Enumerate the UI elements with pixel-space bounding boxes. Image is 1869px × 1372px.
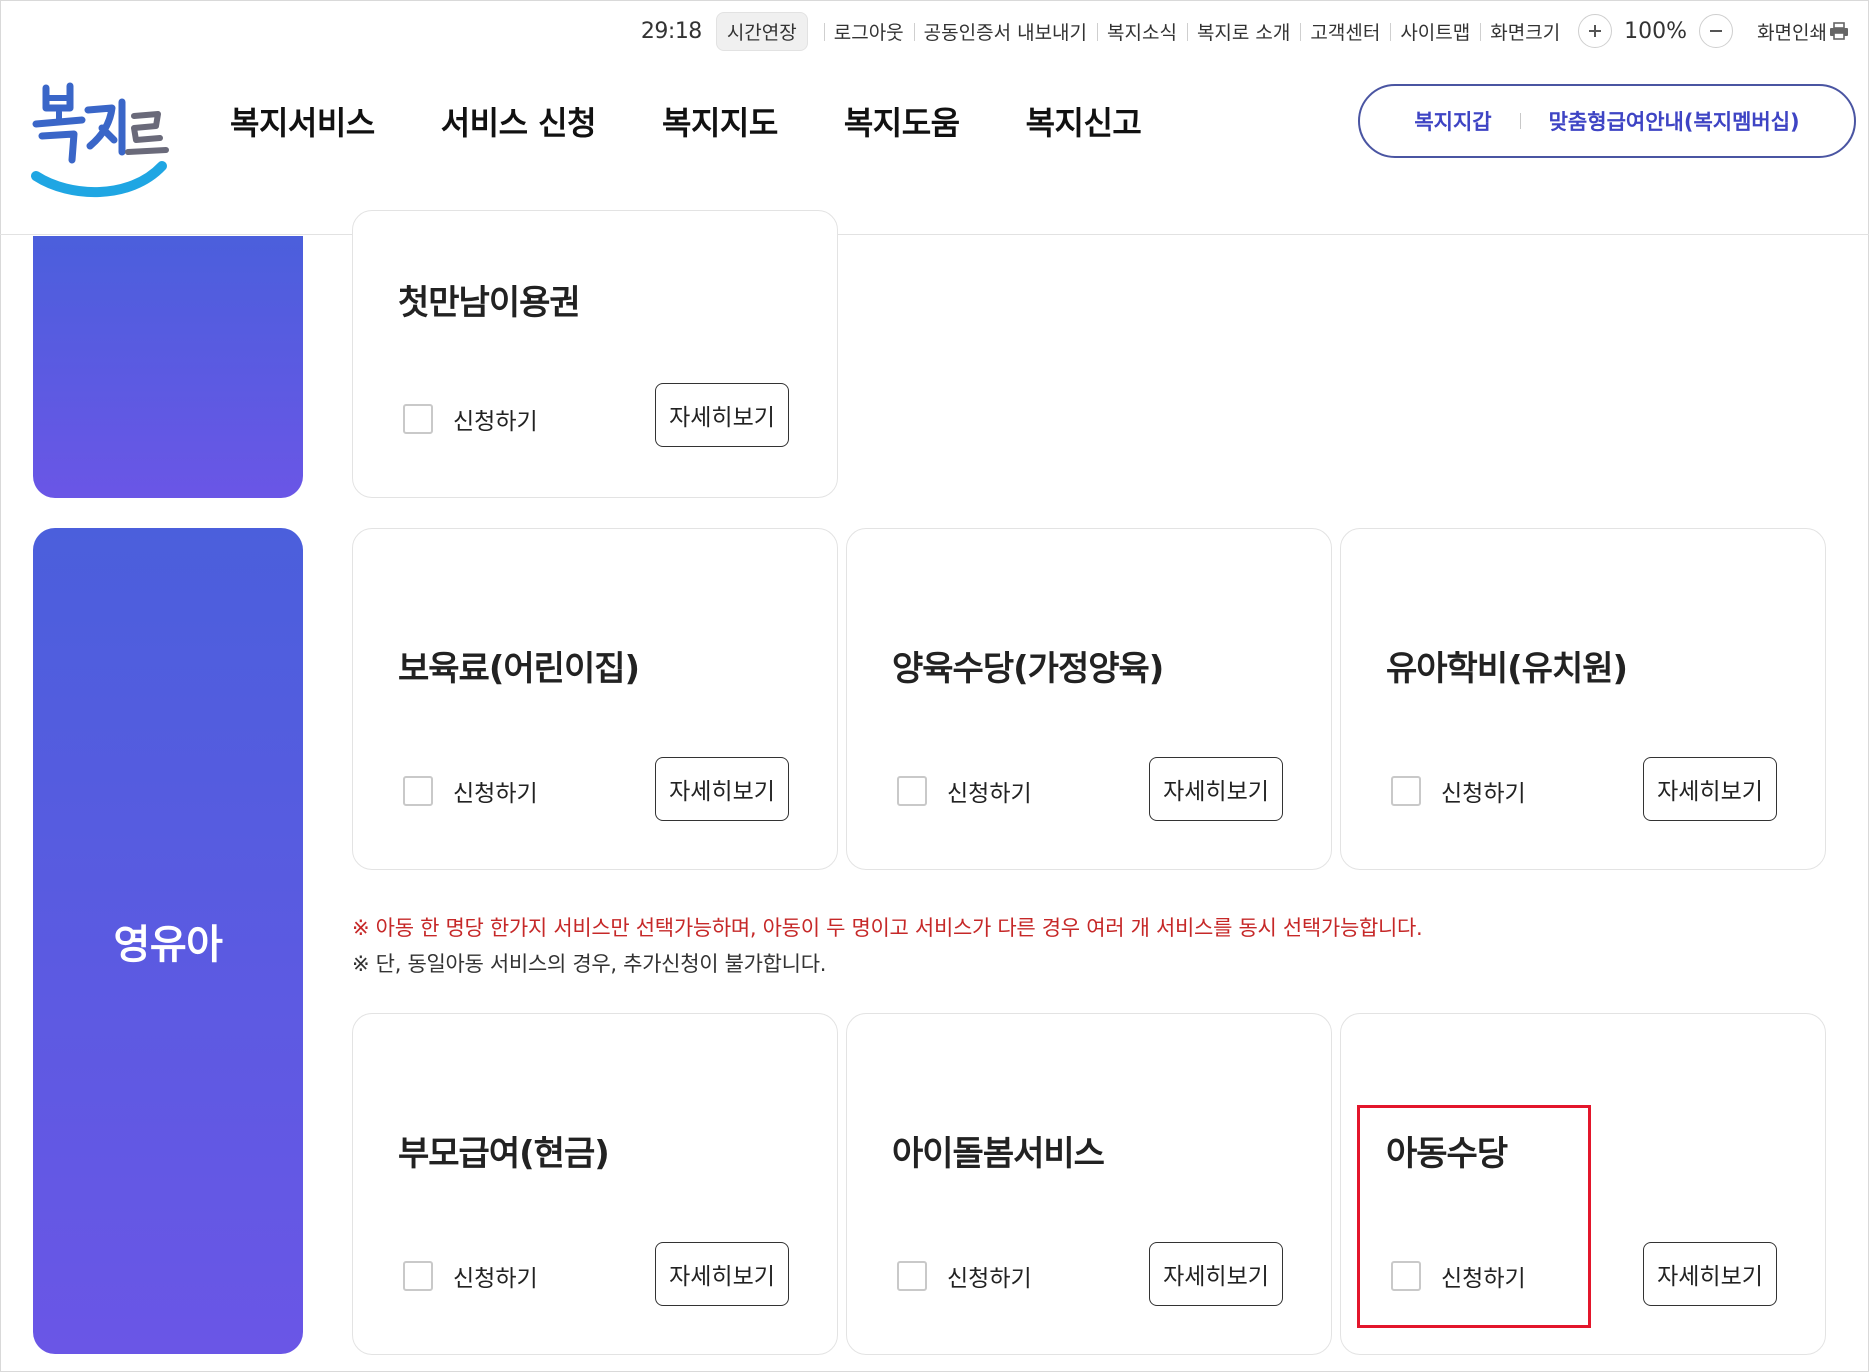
zoom-level: 100% <box>1624 18 1688 44</box>
service-title: 유아학비(유치원) <box>1386 649 1628 689</box>
apply-label[interactable]: 신청하기 <box>1441 774 1526 808</box>
apply-label[interactable]: 신청하기 <box>453 402 538 436</box>
service-card-parent-benefit: 부모급여(현금) 신청하기 자세히보기 <box>352 1013 838 1355</box>
extend-session-button[interactable]: 시간연장 <box>715 11 808 51</box>
nav-welfare-map[interactable]: 복지지도 <box>662 98 778 144</box>
printer-icon <box>1830 22 1848 40</box>
logo[interactable] <box>30 80 170 210</box>
apply-checkbox-group[interactable]: 신청하기 <box>1391 1259 1526 1293</box>
service-title: 양육수당(가정양육) <box>892 649 1164 689</box>
apply-label[interactable]: 신청하기 <box>947 1259 1032 1293</box>
nav-welfare-report[interactable]: 복지신고 <box>1026 98 1142 144</box>
header-divider <box>0 234 1869 235</box>
apply-checkbox-group[interactable]: 신청하기 <box>897 1259 1032 1293</box>
service-card-home-care-allowance: 양육수당(가정양육) 신청하기 자세히보기 <box>846 528 1332 870</box>
service-card-child-allowance: 아동수당 신청하기 자세히보기 <box>1340 1013 1826 1355</box>
nav-welfare-services[interactable]: 복지서비스 <box>230 98 375 144</box>
logout-link[interactable]: 로그아웃 <box>823 18 914 45</box>
apply-checkbox-group[interactable]: 신청하기 <box>403 1259 538 1293</box>
apply-checkbox-group[interactable]: 신청하기 <box>897 774 1032 808</box>
apply-checkbox[interactable] <box>403 776 433 806</box>
nav-welfare-help[interactable]: 복지도움 <box>844 98 960 144</box>
service-title: 첫만남이용권 <box>398 283 581 323</box>
detail-button[interactable]: 자세히보기 <box>655 1242 789 1306</box>
nav-service-apply[interactable]: 서비스 신청 <box>441 98 597 144</box>
apply-checkbox[interactable] <box>1391 1261 1421 1291</box>
service-title: 보육료(어린이집) <box>398 649 640 689</box>
category-label: 영유아 <box>113 922 223 968</box>
utility-bar: 29:18 시간연장 로그아웃 공동인증서 내보내기 복지소식 복지로 소개 고… <box>641 10 1849 52</box>
apply-label[interactable]: 신청하기 <box>947 774 1032 808</box>
minus-icon[interactable] <box>1699 14 1734 48</box>
notice-line: ※ 단, 동일아동 서비스의 경우, 추가신청이 불가합니다. <box>352 952 827 976</box>
service-title: 부모급여(현금) <box>398 1134 610 1174</box>
divider <box>1519 113 1521 129</box>
screen-size-label: 화면크기 <box>1480 18 1570 45</box>
apply-checkbox[interactable] <box>403 1261 433 1291</box>
apply-label[interactable]: 신청하기 <box>1441 1259 1526 1293</box>
service-card-child-care-service: 아이돌봄서비스 신청하기 자세히보기 <box>846 1013 1332 1355</box>
quick-links: 복지지갑 맞춤형급여안내(복지멤버십) <box>1358 84 1856 158</box>
category-block-infant: 영유아 <box>33 528 303 1354</box>
sitemap-link[interactable]: 사이트맵 <box>1390 18 1480 45</box>
detail-button[interactable]: 자세히보기 <box>1643 1242 1777 1306</box>
export-certificate-link[interactable]: 공동인증서 내보내기 <box>913 18 1097 45</box>
apply-label[interactable]: 신청하기 <box>453 774 538 808</box>
welfare-membership-link[interactable]: 맞춤형급여안내(복지멤버십) <box>1549 106 1800 136</box>
print-button[interactable]: 화면인쇄 <box>1757 18 1849 45</box>
apply-checkbox-group[interactable]: 신청하기 <box>403 402 538 436</box>
customer-center-link[interactable]: 고객센터 <box>1300 18 1390 45</box>
print-label: 화면인쇄 <box>1757 21 1827 44</box>
service-card-first-meeting: 첫만남이용권 신청하기 자세히보기 <box>352 210 838 498</box>
apply-checkbox[interactable] <box>1391 776 1421 806</box>
apply-checkbox[interactable] <box>403 404 433 434</box>
detail-button[interactable]: 자세히보기 <box>1643 757 1777 821</box>
notice-line: ※ 아동 한 명당 한가지 서비스만 선택가능하며, 아동이 두 명이고 서비스… <box>352 916 1423 940</box>
notice: ※ 아동 한 명당 한가지 서비스만 선택가능하며, 아동이 두 명이고 서비스… <box>352 910 1423 982</box>
service-title: 아동수당 <box>1386 1134 1508 1174</box>
apply-label[interactable]: 신청하기 <box>453 1259 538 1293</box>
plus-icon[interactable] <box>1578 14 1613 48</box>
detail-button[interactable]: 자세히보기 <box>655 757 789 821</box>
session-timer: 29:18 <box>640 18 702 44</box>
category-block-previous <box>33 236 303 498</box>
service-card-daycare: 보육료(어린이집) 신청하기 자세히보기 <box>352 528 838 870</box>
apply-checkbox[interactable] <box>897 1261 927 1291</box>
apply-checkbox-group[interactable]: 신청하기 <box>1391 774 1526 808</box>
service-card-kindergarten-fee: 유아학비(유치원) 신청하기 자세히보기 <box>1340 528 1826 870</box>
detail-button[interactable]: 자세히보기 <box>1149 757 1283 821</box>
welfare-news-link[interactable]: 복지소식 <box>1097 18 1187 45</box>
apply-checkbox[interactable] <box>897 776 927 806</box>
main-nav: 복지서비스 서비스 신청 복지지도 복지도움 복지신고 <box>230 98 1207 144</box>
detail-button[interactable]: 자세히보기 <box>655 383 789 447</box>
service-title: 아이돌봄서비스 <box>892 1134 1105 1174</box>
about-link[interactable]: 복지로 소개 <box>1186 18 1300 45</box>
apply-checkbox-group[interactable]: 신청하기 <box>403 774 538 808</box>
detail-button[interactable]: 자세히보기 <box>1149 1242 1283 1306</box>
welfare-wallet-link[interactable]: 복지지갑 <box>1414 106 1491 136</box>
